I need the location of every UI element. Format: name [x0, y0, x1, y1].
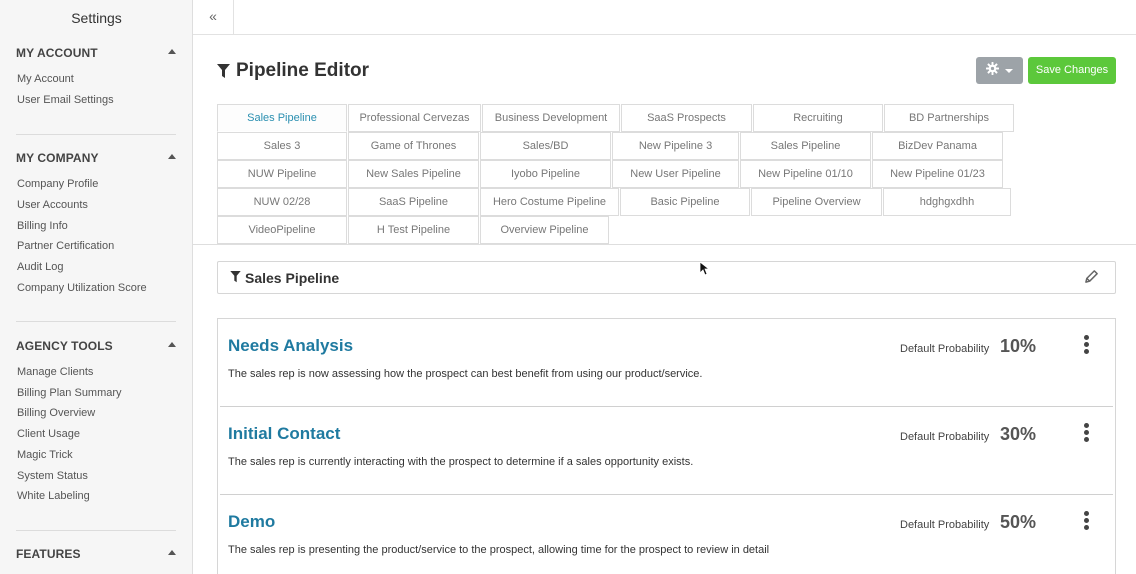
sidebar-divider — [16, 321, 176, 322]
tab-new-user-pipeline[interactable]: New User Pipeline — [612, 160, 739, 188]
tab-new-pipeline-01-23[interactable]: New Pipeline 01/23 — [872, 160, 1003, 188]
sidebar-item-billing-plan-summary[interactable]: Billing Plan Summary — [17, 387, 122, 399]
tab-new-sales-pipeline[interactable]: New Sales Pipeline — [348, 160, 479, 188]
stage-description: The sales rep is currently interacting w… — [228, 456, 694, 468]
section-my-company[interactable]: MY COMPANY — [16, 151, 176, 165]
tab-bd-partnerships[interactable]: BD Partnerships — [884, 104, 1014, 132]
pipeline-tabs: Sales Pipeline Professional Cervezas Bus… — [217, 104, 1017, 244]
sidebar-item-my-account[interactable]: My Account — [17, 73, 74, 85]
tab-sales-bd[interactable]: Sales/BD — [480, 132, 611, 160]
tab-basic-pipeline[interactable]: Basic Pipeline — [620, 188, 750, 216]
section-agency-tools[interactable]: AGENCY TOOLS — [16, 339, 176, 353]
sidebar-item-partner-certification[interactable]: Partner Certification — [17, 240, 114, 252]
tab-saas-prospects[interactable]: SaaS Prospects — [621, 104, 752, 132]
collapse-sidebar-button[interactable]: « — [193, 0, 234, 35]
tab-pipeline-overview[interactable]: Pipeline Overview — [751, 188, 882, 216]
tab-hero-costume-pipeline[interactable]: Hero Costume Pipeline — [480, 188, 619, 216]
settings-dropdown-button[interactable] — [976, 57, 1023, 84]
tab-game-of-thrones[interactable]: Game of Thrones — [348, 132, 479, 160]
tab-recruiting[interactable]: Recruiting — [753, 104, 883, 132]
settings-sidebar: Settings MY ACCOUNT My Account User Emai… — [0, 0, 193, 574]
double-chevron-left-icon: « — [209, 8, 217, 24]
chevron-down-icon — [1005, 68, 1013, 73]
content-divider — [193, 244, 1136, 245]
page-title-text: Pipeline Editor — [236, 60, 370, 81]
sidebar-divider — [16, 134, 176, 135]
tab-saas-pipeline[interactable]: SaaS Pipeline — [348, 188, 479, 216]
sidebar-item-system-status[interactable]: System Status — [17, 470, 88, 482]
section-features[interactable]: FEATURES — [16, 547, 176, 561]
kebab-menu-icon[interactable] — [1084, 423, 1090, 443]
stage-name[interactable]: Initial Contact — [228, 424, 340, 444]
tab-new-pipeline-3[interactable]: New Pipeline 3 — [612, 132, 739, 160]
collapse-caret-icon[interactable] — [168, 342, 176, 347]
default-probability-label: Default Probability — [900, 343, 990, 355]
stage-description: The sales rep is presenting the product/… — [228, 544, 770, 556]
sidebar-item-manage-clients[interactable]: Manage Clients — [17, 366, 93, 378]
tab-sales-pipeline-2[interactable]: Sales Pipeline — [740, 132, 871, 160]
sidebar-item-company-profile[interactable]: Company Profile — [17, 178, 98, 190]
tab-hdghgxdhh[interactable]: hdghgxdhh — [883, 188, 1011, 216]
filter-icon — [217, 63, 230, 79]
tab-h-test-pipeline[interactable]: H Test Pipeline — [348, 216, 479, 244]
sidebar-item-billing-overview[interactable]: Billing Overview — [17, 407, 95, 419]
stage-row[interactable]: Demo The sales rep is presenting the pro… — [218, 495, 1115, 574]
tab-professional-cervezas[interactable]: Professional Cervezas — [348, 104, 481, 132]
stage-row[interactable]: Initial Contact The sales rep is current… — [218, 407, 1115, 495]
tab-sales-pipeline[interactable]: Sales Pipeline — [217, 104, 347, 132]
sidebar-item-billing-info[interactable]: Billing Info — [17, 220, 68, 232]
tab-bizdev-panama[interactable]: BizDev Panama — [872, 132, 1003, 160]
sidebar-title: Settings — [71, 10, 122, 26]
tab-sales-3[interactable]: Sales 3 — [217, 132, 347, 160]
default-probability-label: Default Probability — [900, 431, 990, 443]
tab-business-development[interactable]: Business Development — [482, 104, 620, 132]
sidebar-divider — [16, 530, 176, 531]
collapse-caret-icon[interactable] — [168, 550, 176, 555]
kebab-menu-icon[interactable] — [1084, 335, 1090, 355]
pencil-icon[interactable] — [1084, 269, 1099, 289]
default-probability-label: Default Probability — [900, 519, 990, 531]
page-title: Pipeline Editor — [217, 60, 369, 82]
default-probability-value: 10% — [1000, 336, 1037, 356]
sidebar-item-user-accounts[interactable]: User Accounts — [17, 199, 88, 211]
sidebar-item-audit-log[interactable]: Audit Log — [17, 261, 63, 273]
stage-row[interactable]: Needs Analysis The sales rep is now asse… — [218, 319, 1115, 407]
tab-videopipeline[interactable]: VideoPipeline — [217, 216, 347, 244]
save-changes-button[interactable]: Save Changes — [1028, 57, 1116, 84]
tab-nuw-pipeline[interactable]: NUW Pipeline — [217, 160, 347, 188]
default-probability-value: 30% — [1000, 424, 1037, 444]
tab-overview-pipeline[interactable]: Overview Pipeline — [480, 216, 609, 244]
sidebar-item-user-email-settings[interactable]: User Email Settings — [17, 94, 114, 106]
collapse-caret-icon[interactable] — [168, 49, 176, 54]
stage-description: The sales rep is now assessing how the p… — [228, 368, 703, 380]
kebab-menu-icon[interactable] — [1084, 511, 1090, 531]
sidebar-item-magic-trick[interactable]: Magic Trick — [17, 449, 73, 461]
tab-nuw-02-28[interactable]: NUW 02/28 — [217, 188, 347, 216]
stage-name[interactable]: Demo — [228, 512, 275, 532]
stage-name[interactable]: Needs Analysis — [228, 336, 353, 356]
sidebar-item-company-utilization-score[interactable]: Company Utilization Score — [17, 282, 147, 294]
default-probability-value: 50% — [1000, 512, 1037, 532]
sidebar-item-white-labeling[interactable]: White Labeling — [17, 490, 90, 502]
filter-icon — [230, 270, 241, 286]
tab-iyobo-pipeline[interactable]: Iyobo Pipeline — [480, 160, 611, 188]
section-my-account[interactable]: MY ACCOUNT — [16, 46, 176, 60]
collapse-caret-icon[interactable] — [168, 154, 176, 159]
top-bar: « — [193, 0, 1136, 35]
pipeline-name-bar[interactable]: Sales Pipeline — [217, 261, 1116, 294]
tab-new-pipeline-01-10[interactable]: New Pipeline 01/10 — [740, 160, 871, 188]
stage-list: Needs Analysis The sales rep is now asse… — [217, 318, 1116, 574]
cursor-icon — [699, 261, 711, 281]
gear-icon — [986, 61, 999, 80]
pipeline-name: Sales Pipeline — [230, 270, 339, 286]
sidebar-item-client-usage[interactable]: Client Usage — [17, 428, 80, 440]
